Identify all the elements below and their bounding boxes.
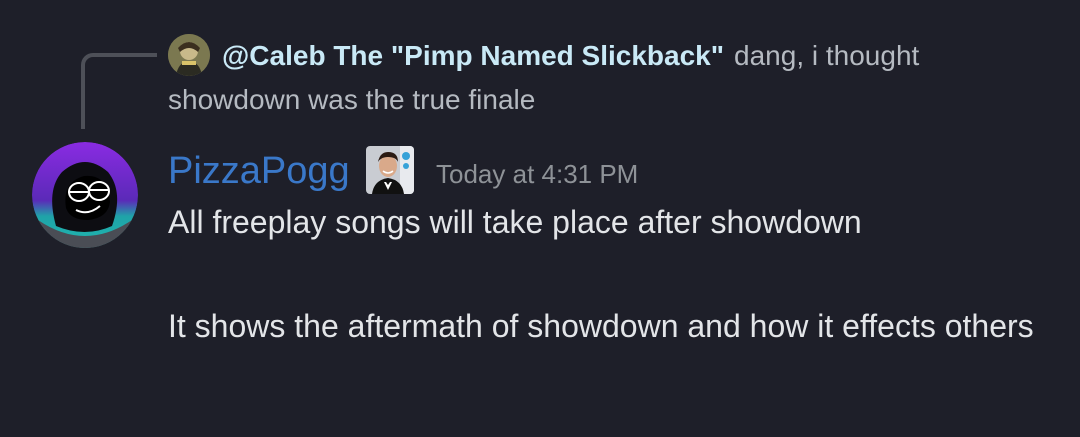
reply-avatar[interactable] bbox=[168, 34, 210, 76]
reply-text-continued: showdown was the true finale bbox=[168, 84, 536, 115]
reply-text: dang, i thought bbox=[734, 40, 920, 71]
message-paragraph: All freeplay songs will take place after… bbox=[168, 204, 862, 240]
user-avatar-icon bbox=[32, 142, 138, 248]
message-paragraph: It shows the aftermath of showdown and h… bbox=[168, 308, 1034, 344]
message-timestamp[interactable]: Today at 4:31 PM bbox=[436, 156, 638, 192]
author-username[interactable]: PizzaPogg bbox=[168, 146, 350, 196]
reply-author[interactable]: @Caleb The "Pimp Named Slickback" bbox=[222, 40, 724, 71]
reply-preview[interactable]: @Caleb The "Pimp Named Slickback" dang, i… bbox=[222, 36, 919, 76]
role-badge[interactable] bbox=[366, 146, 414, 194]
message-content: All freeplay songs will take place after… bbox=[168, 196, 1058, 352]
author-avatar[interactable] bbox=[32, 142, 138, 248]
user-avatar-icon bbox=[168, 34, 210, 76]
reply-connector bbox=[81, 53, 157, 129]
chat-message: @Caleb The "Pimp Named Slickback" dang, i… bbox=[0, 0, 1080, 437]
role-badge-icon bbox=[366, 146, 414, 194]
